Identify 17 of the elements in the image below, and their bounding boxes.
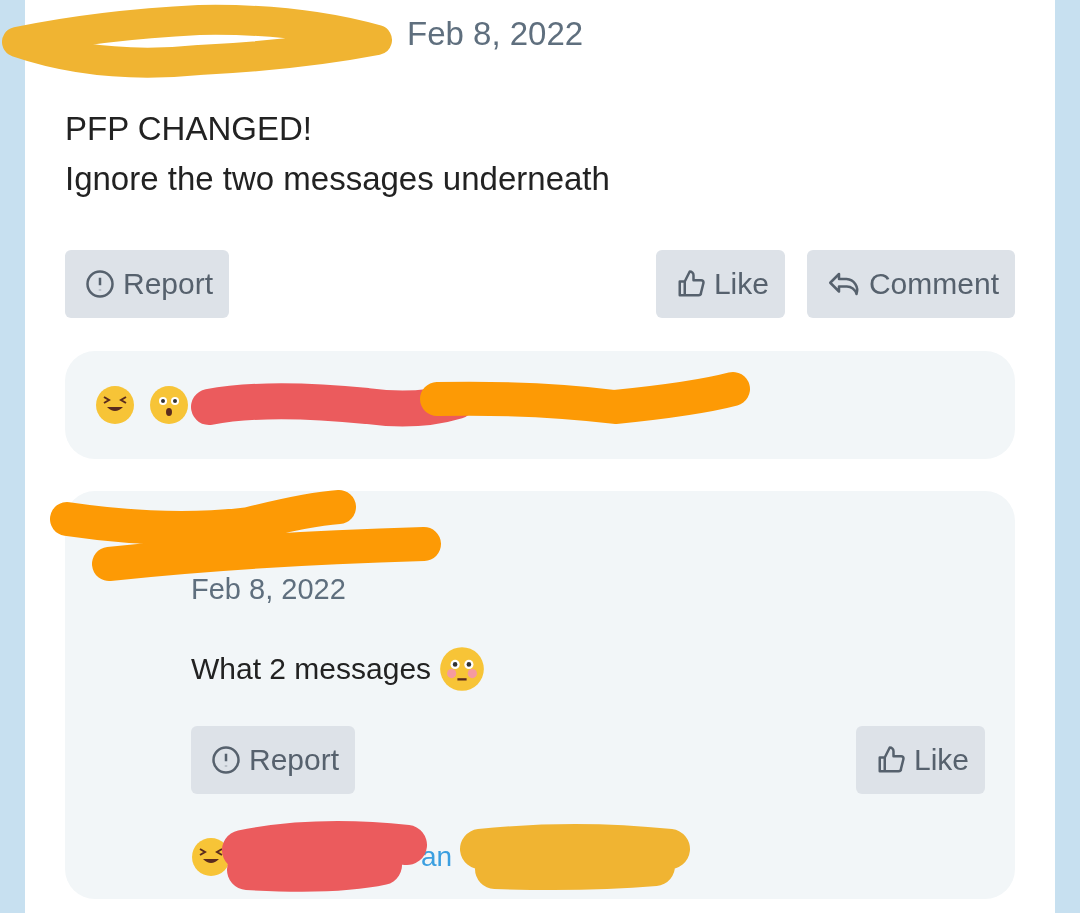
post-text-line: Ignore the two messages underneath <box>65 159 611 199</box>
comment-date: Feb 8, 2022 <box>191 573 346 605</box>
exclamation-circle-icon <box>85 269 115 299</box>
comment-text: What 2 messages <box>191 652 432 686</box>
reaction-and-link[interactable]: an <box>421 841 453 873</box>
comment-button[interactable]: Comment <box>806 250 1015 318</box>
shocked-emoji-icon <box>149 385 189 425</box>
post-date: Feb 8, 2022 <box>407 15 584 53</box>
report-button[interactable]: Report <box>191 726 356 794</box>
like-button[interactable]: Like <box>655 250 785 318</box>
exclamation-circle-icon <box>211 745 241 775</box>
laughing-emoji-icon <box>191 837 231 877</box>
post-text-line: PFP CHANGED! <box>65 109 313 149</box>
report-button[interactable]: Report <box>65 250 230 318</box>
flushed-emoji-icon <box>439 646 486 692</box>
like-button[interactable]: Like <box>855 726 985 794</box>
laughing-emoji-icon <box>95 385 135 425</box>
